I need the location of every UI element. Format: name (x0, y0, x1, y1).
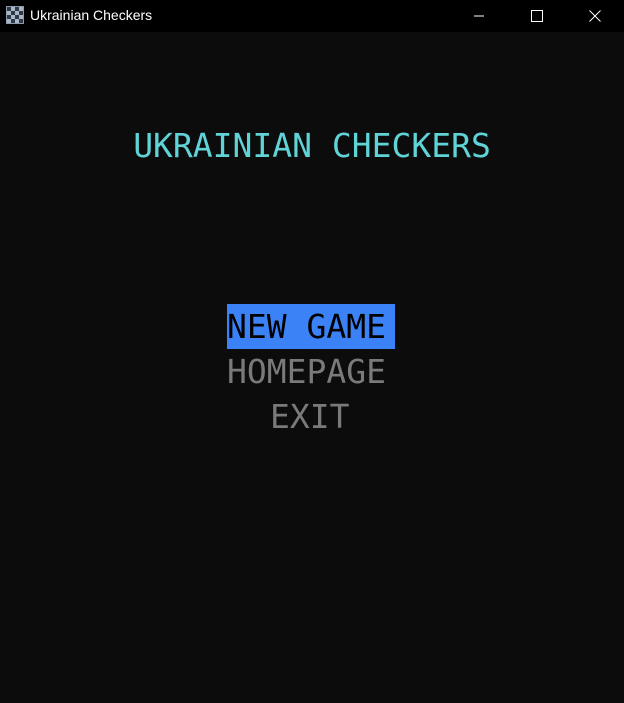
menu-item-exit[interactable]: EXIT (270, 394, 354, 439)
close-button[interactable] (566, 0, 624, 32)
window-title: Ukrainian Checkers (30, 7, 153, 23)
minimize-button[interactable] (450, 0, 508, 32)
maximize-icon (531, 10, 543, 22)
checkerboard-icon (6, 6, 24, 24)
maximize-button[interactable] (508, 0, 566, 32)
close-icon (589, 10, 601, 22)
minimize-icon (474, 15, 484, 17)
app-window: Ukrainian Checkers UKRAINIAN CHECKERS NE… (0, 0, 624, 703)
game-title: UKRAINIAN CHECKERS (133, 126, 491, 165)
menu-item-homepage[interactable]: HOMEPAGE (227, 349, 395, 394)
title-bar[interactable]: Ukrainian Checkers (0, 0, 624, 32)
menu-item-new-game[interactable]: NEW GAME (227, 304, 395, 349)
